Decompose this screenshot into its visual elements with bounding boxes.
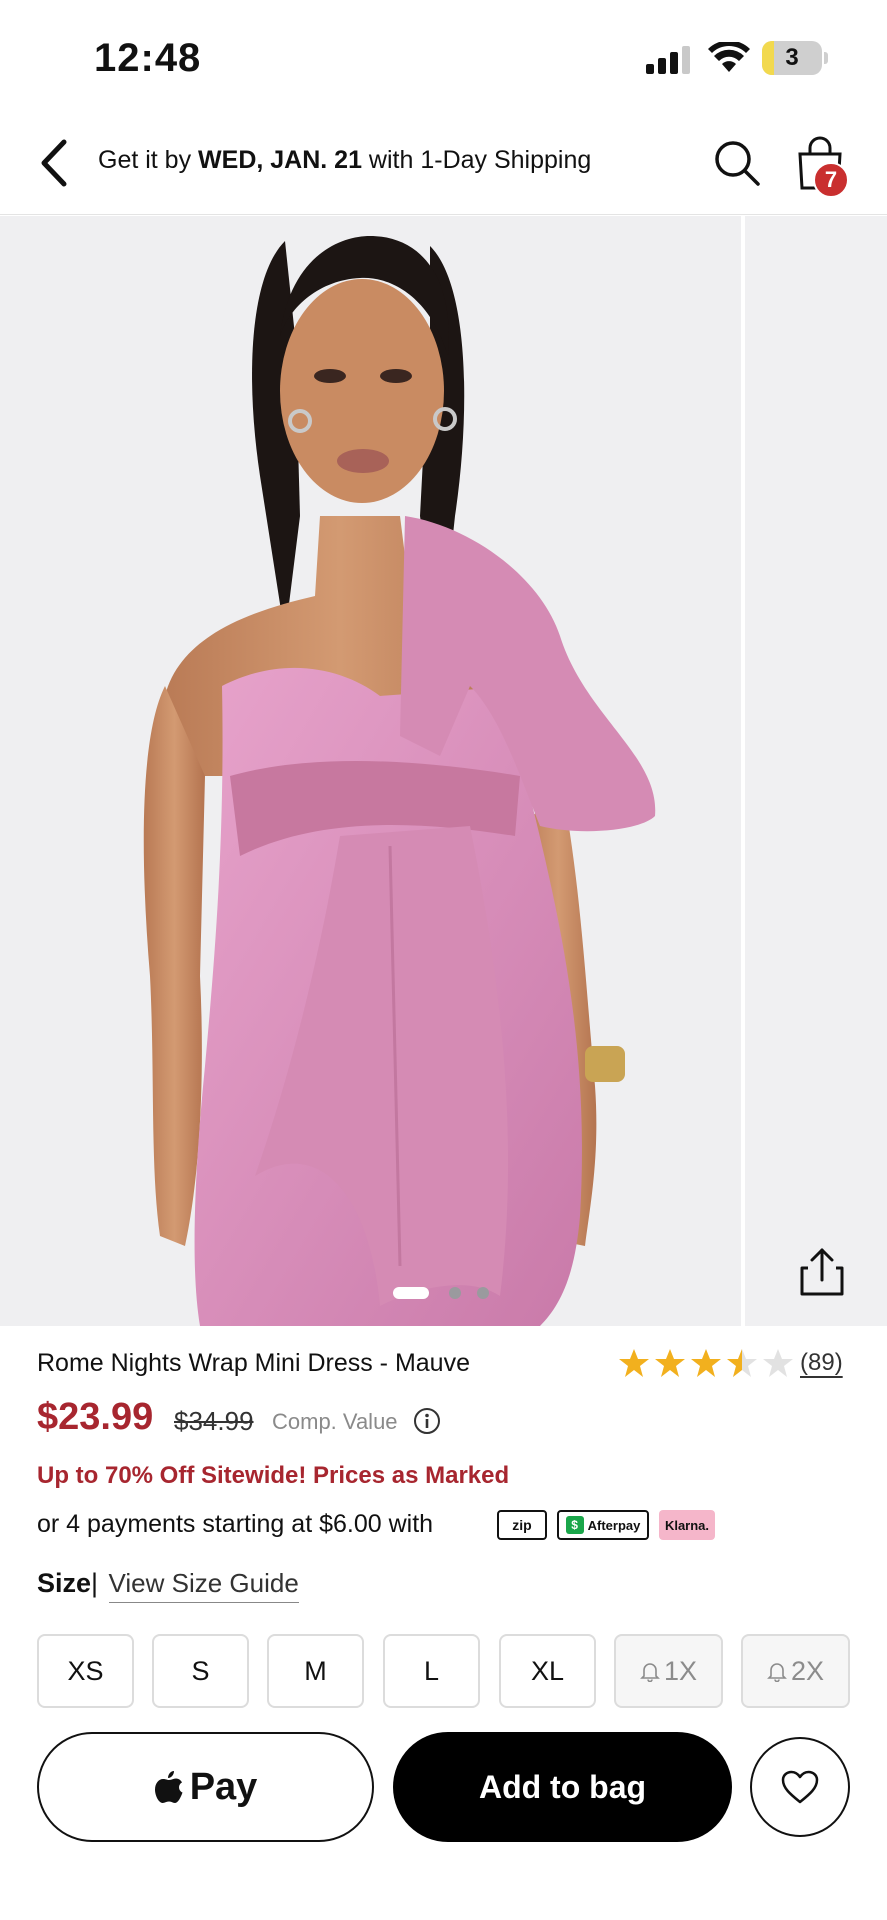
size-option-label: M [304, 1655, 327, 1686]
size-option-label: S [191, 1655, 210, 1686]
star-empty-icon [763, 1349, 793, 1377]
apple-pay-label: Pay [189, 1765, 258, 1808]
carousel-dot[interactable] [449, 1287, 461, 1299]
status-bar: 12:48 3 [0, 0, 887, 110]
size-label: Size [37, 1568, 92, 1598]
wishlist-button[interactable] [750, 1737, 850, 1837]
carousel-page-indicator [393, 1287, 503, 1301]
size-option-label: 1X [663, 1655, 698, 1686]
klarna-logo[interactable]: Klarna. [659, 1510, 715, 1540]
size-option-2x-notify[interactable]: 2X [741, 1634, 850, 1708]
size-option-xs[interactable]: XS [37, 1634, 134, 1708]
klarna-label: Klarna. [664, 1517, 710, 1533]
next-product-photo[interactable] [745, 216, 887, 1326]
shipping-date: WED, JAN. 21 [198, 146, 362, 174]
star-full-icon [655, 1349, 685, 1377]
installment-text: or 4 payments starting at $6.00 with [37, 1510, 434, 1538]
heart-icon [781, 1770, 819, 1804]
size-option-label: XS [67, 1655, 104, 1686]
size-option-label: XL [530, 1655, 565, 1686]
share-icon[interactable] [796, 1246, 848, 1298]
zip-label: zip [512, 1517, 532, 1533]
zip-logo[interactable]: zip [497, 1510, 547, 1540]
cart-count-badge: 7 [813, 162, 849, 198]
product-photo [143, 236, 656, 1326]
original-price: $34.99 [174, 1406, 254, 1436]
size-guide-link[interactable]: View Size Guide [108, 1568, 299, 1603]
product-rating[interactable]: (89) [618, 1347, 858, 1381]
star-half-icon [727, 1349, 757, 1377]
apple-pay-button[interactable]: Pay [37, 1732, 374, 1842]
bell-icon [640, 1663, 660, 1682]
bell-icon [767, 1663, 787, 1682]
afterpay-icon: $ [565, 1516, 584, 1534]
carousel-dot-active[interactable] [393, 1287, 429, 1299]
shipping-suffix: with 1-Day Shipping [361, 146, 592, 174]
back-arrow-icon[interactable] [30, 134, 80, 192]
product-name: Rome Nights Wrap Mini Dress - Mauve [37, 1349, 470, 1377]
price-row: $23.99 $34.99 Comp. Value [37, 1396, 857, 1444]
afterpay-label: Afterpay [587, 1517, 641, 1533]
size-option-1x-notify[interactable]: 1X [614, 1634, 723, 1708]
star-full-icon [691, 1349, 721, 1377]
apple-logo-icon [154, 1771, 183, 1803]
size-option-label: L [423, 1655, 440, 1686]
status-time: 12:48 [94, 36, 202, 80]
shipping-prefix: Get it by [98, 146, 199, 174]
comp-value-label: Comp. Value [272, 1409, 398, 1434]
top-navigation-bar: Get it by WED, JAN. 21 with 1-Day Shippi… [0, 110, 887, 215]
size-header: Size| View Size Guide [37, 1568, 437, 1608]
size-option-s[interactable]: S [152, 1634, 249, 1708]
sale-price: $23.99 [37, 1396, 154, 1438]
promo-banner: Up to 70% Off Sitewide! Prices as Marked [37, 1462, 510, 1489]
shipping-estimate: Get it by WED, JAN. 21 with 1-Day Shippi… [98, 146, 591, 175]
size-option-xl[interactable]: XL [499, 1634, 596, 1708]
size-option-l[interactable]: L [383, 1634, 480, 1708]
afterpay-logo[interactable]: $ Afterpay [557, 1510, 649, 1540]
size-option-label: 2X [790, 1655, 825, 1686]
add-to-bag-label: Add to bag [478, 1768, 647, 1805]
carousel-dot[interactable] [477, 1287, 489, 1299]
wifi-icon [708, 42, 750, 72]
battery-icon: 3 [762, 41, 828, 75]
cellular-signal-icon [646, 46, 690, 74]
review-count-link[interactable]: (89) [800, 1349, 843, 1377]
info-icon[interactable] [413, 1407, 441, 1435]
size-separator: | [91, 1568, 99, 1598]
star-full-icon [619, 1349, 649, 1377]
product-image-gallery[interactable] [0, 216, 887, 1326]
size-option-m[interactable]: M [267, 1634, 364, 1708]
search-icon[interactable] [712, 138, 762, 188]
battery-level: 3 [785, 44, 799, 71]
add-to-bag-button[interactable]: Add to bag [393, 1732, 732, 1842]
